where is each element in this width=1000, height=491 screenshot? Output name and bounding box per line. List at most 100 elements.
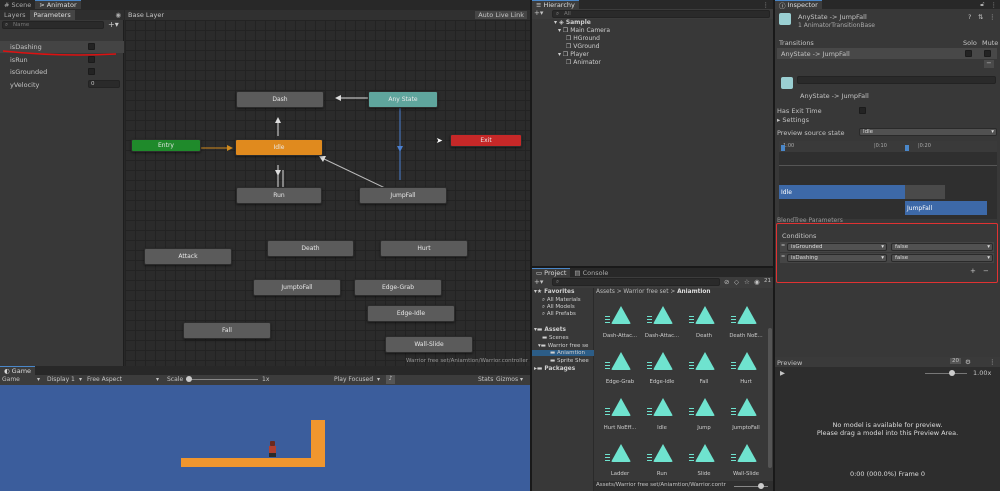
asset-item[interactable]: Ladder [598, 444, 642, 477]
state-wall-slide[interactable]: Wall-Slide [385, 336, 473, 353]
asset-item[interactable]: Hurt NoEff... [598, 398, 642, 431]
tab-parameters[interactable]: Parameters [29, 10, 75, 20]
parameter-row-isgrounded[interactable]: isGrounded [0, 66, 124, 78]
asset-item[interactable]: Edge-Grab [598, 352, 642, 385]
condition-value-dropdown[interactable]: false [891, 243, 993, 251]
project-scrollbar[interactable] [768, 328, 772, 468]
tree-item-assets[interactable]: ▾▬ Assets [534, 327, 566, 333]
lock-icon[interactable]: 🔓︎ [977, 0, 987, 9]
tree-item-all-models[interactable]: ⌕ All Models [542, 304, 575, 311]
animator-graph[interactable]: Base Layer Auto Live Link Dash Any State… [125, 10, 530, 366]
has-exit-time-checkbox[interactable] [859, 107, 866, 114]
asset-item[interactable]: Slide [682, 444, 726, 477]
visibility-icon[interactable]: ◉ [754, 278, 760, 286]
game-mode-dropdown[interactable]: Game [2, 376, 20, 383]
scale-slider-handle[interactable] [186, 376, 192, 382]
settings-foldout[interactable]: ▸ Settings [777, 116, 809, 124]
drag-handle-icon[interactable]: = [781, 254, 785, 260]
tree-item-aniamtion[interactable]: ▬ Aniamtion [532, 350, 594, 356]
tab-animator[interactable]: ⋗ Animator [35, 0, 81, 9]
breadcrumb-assets[interactable]: Assets [596, 289, 615, 295]
state-idle[interactable]: Idle [235, 139, 323, 156]
hierarchy-menu-icon[interactable]: ⋮ [759, 1, 774, 9]
state-hurt[interactable]: Hurt [380, 240, 468, 257]
hierarchy-item-vground[interactable]: ❒ VGround [566, 43, 599, 50]
scale-slider[interactable] [186, 376, 258, 382]
more-icon[interactable]: ⋮ [989, 13, 996, 21]
preview-more-icon[interactable]: ⋮ [989, 358, 996, 366]
remove-condition-button[interactable]: − [983, 267, 989, 275]
transition-end-marker[interactable] [905, 145, 909, 151]
tree-item-warrior-free-set[interactable]: ▾▬ Warrior free se [538, 343, 588, 349]
mute-audio-icon[interactable]: ♪ [386, 375, 395, 384]
condition-value-dropdown[interactable]: false [891, 254, 993, 262]
breadcrumb-warrior[interactable]: Warrior free set [623, 289, 668, 295]
project-search-input[interactable]: ⌕ [552, 278, 720, 286]
idle-bar[interactable]: Idle [779, 185, 905, 199]
hierarchy-item-hground[interactable]: ❒ HGround [566, 35, 600, 42]
tab-inspector[interactable]: ⓘ Inspector [775, 0, 822, 10]
asset-item[interactable]: Wall-Slide [724, 444, 768, 477]
state-dash[interactable]: Dash [236, 91, 324, 108]
parameter-search-input[interactable]: ⌕ Name [2, 21, 104, 29]
asset-item[interactable]: Hurt [724, 352, 768, 385]
state-fall[interactable]: Fall [183, 322, 271, 339]
drag-handle-icon[interactable]: = [781, 243, 785, 249]
parameter-row-yvelocity[interactable]: yVelocity 0 [0, 79, 124, 91]
tab-game[interactable]: ◐ Game [0, 366, 36, 375]
icon-size-slider[interactable] [734, 483, 768, 489]
tab-project[interactable]: ▭ Project [532, 268, 571, 277]
stats-button[interactable]: Stats [478, 376, 493, 383]
breadcrumb-aniamtion[interactable]: Aniamtion [677, 289, 710, 295]
param-checkbox-isrun[interactable] [88, 56, 95, 63]
tab-scene[interactable]: # Scene [0, 0, 35, 9]
asset-item[interactable]: Fall [682, 352, 726, 385]
state-exit[interactable]: Exit [450, 134, 522, 147]
hierarchy-search-input[interactable]: ⌕ All [552, 10, 770, 18]
asset-item[interactable]: Jump [682, 398, 726, 431]
param-value-yvelocity[interactable]: 0 [88, 80, 120, 88]
state-any[interactable]: Any State [368, 91, 438, 108]
transition-name-input[interactable] [797, 76, 996, 84]
state-run[interactable]: Run [236, 187, 322, 204]
remove-transition-button[interactable]: − [984, 60, 994, 68]
game-viewport[interactable] [0, 385, 530, 491]
solo-checkbox[interactable] [965, 50, 972, 57]
condition-param-dropdown[interactable]: isDashing [787, 254, 887, 262]
aspect-dropdown[interactable]: Free Aspect [87, 376, 122, 383]
tab-console[interactable]: ▤ Console [570, 268, 612, 277]
tree-item-all-materials[interactable]: ⌕ All Materials [542, 297, 581, 304]
display-dropdown[interactable]: Display 1 [47, 376, 75, 383]
asset-item[interactable]: Death NoE... [724, 306, 768, 339]
preset-icon[interactable]: ⇅ [978, 13, 983, 21]
play-icon[interactable]: ▶ [780, 369, 785, 377]
asset-item[interactable]: Run [640, 444, 684, 477]
asset-item[interactable]: Death [682, 306, 726, 339]
tree-item-sprite-sheet[interactable]: ▬ Sprite Shee [550, 358, 589, 364]
tab-hierarchy[interactable]: ≡ Hierarchy [532, 0, 579, 9]
mute-checkbox[interactable] [984, 50, 991, 57]
preview-time-slider[interactable] [925, 370, 967, 376]
transition-list-item[interactable]: AnyState -> JumpFall [777, 48, 997, 59]
condition-param-dropdown[interactable]: isGrounded [787, 243, 887, 251]
tree-item-all-prefabs[interactable]: ⌕ All Prefabs [542, 311, 576, 318]
state-attack[interactable]: Attack [144, 248, 232, 265]
asset-item[interactable]: Edge-Idle [640, 352, 684, 385]
asset-item[interactable]: JumptoFall [724, 398, 768, 431]
inspector-menu-icon[interactable]: ⋮ [988, 1, 1000, 9]
hierarchy-item-main-camera[interactable]: ▾ ❒ Main Camera [558, 27, 610, 34]
transition-start-marker[interactable] [781, 145, 785, 151]
hierarchy-item-sample[interactable]: ▾ ◈ Sample [554, 19, 591, 26]
state-entry[interactable]: Entry [131, 139, 201, 152]
hierarchy-item-animator[interactable]: ❒ Animator [566, 59, 601, 66]
jumpfall-bar[interactable]: JumpFall [905, 201, 987, 215]
project-add-button[interactable]: +▾ [534, 278, 543, 286]
tree-item-scenes[interactable]: ▬ Scenes [542, 335, 569, 341]
state-jumptofall[interactable]: JumptoFall [253, 279, 341, 296]
add-parameter-button[interactable]: +▾ [108, 20, 119, 29]
asset-item[interactable]: Dash-Attac... [598, 306, 642, 339]
tree-item-favorites[interactable]: ▾★ Favorites [534, 289, 574, 295]
help-icon[interactable]: ? [968, 13, 971, 21]
asset-item[interactable]: Dash-Attac... [640, 306, 684, 339]
gizmos-button[interactable]: Gizmos [496, 376, 518, 383]
